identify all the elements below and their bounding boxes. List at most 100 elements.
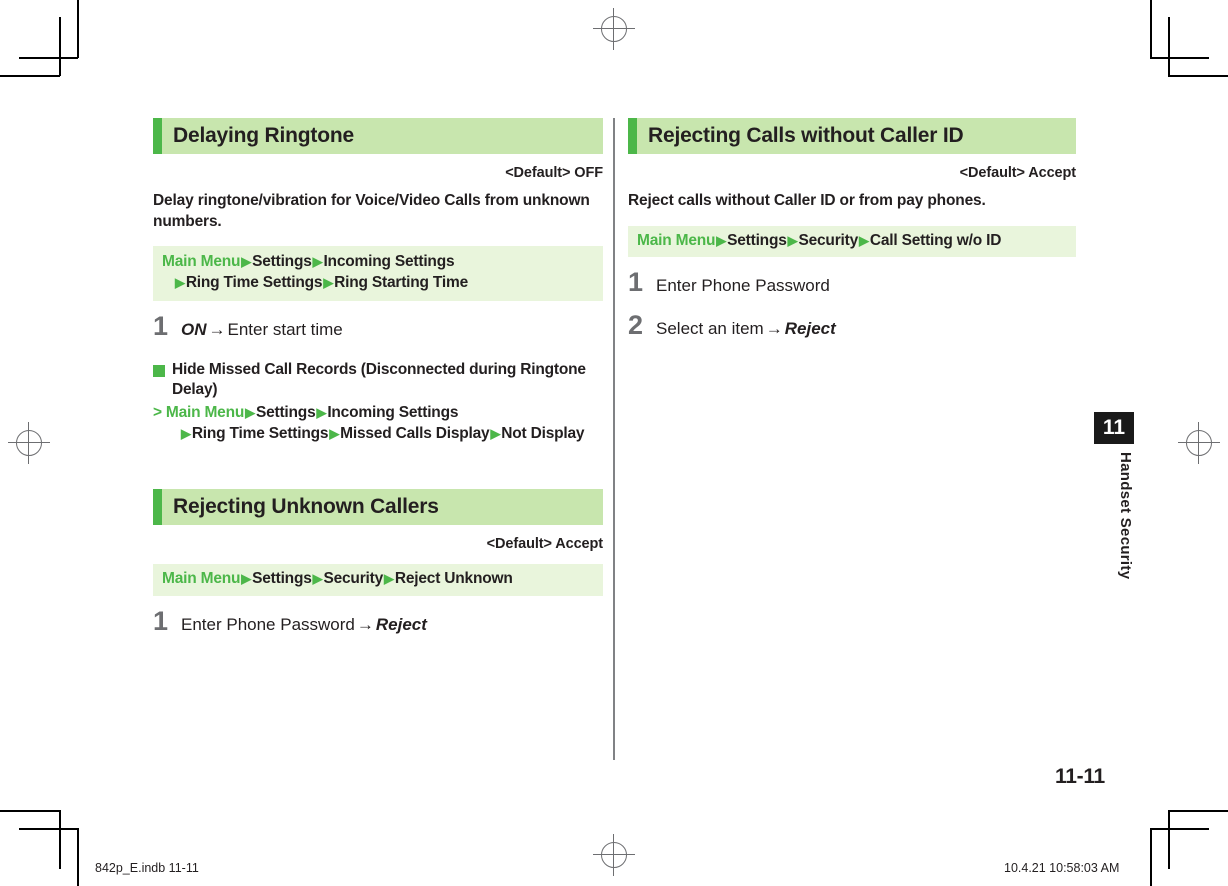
registration-mark-top [593, 8, 635, 50]
crop-mark-top-right-h2 [1168, 75, 1228, 77]
triangle-right-icon: ▶ [323, 274, 334, 290]
crop-mark-top-right-v [1150, 0, 1152, 58]
crop-mark-top-right-v2 [1168, 17, 1170, 76]
step-text: Enter Phone Password [648, 276, 830, 296]
triangle-right-icon: ▶ [384, 571, 394, 587]
registration-mark-left [8, 422, 50, 464]
triangle-right-icon: ▶ [859, 232, 869, 248]
triangle-right-icon: ▶ [787, 232, 798, 248]
subsection-menu-path: > Main Menu▶Settings▶Incoming Settings ▶R… [153, 403, 603, 445]
triangle-right-icon: ▶ [490, 426, 501, 442]
step-text: Enter Phone Password → Reject [173, 615, 427, 635]
menu-path-item: Ring Time Settings [191, 425, 329, 443]
triangle-right-icon: ▶ [175, 274, 185, 290]
triangle-right-icon: ▶ [312, 571, 323, 587]
triangle-right-icon: ▶ [181, 426, 191, 442]
menu-path-root: Main Menu [162, 253, 241, 271]
section-heading-text: Rejecting Unknown Callers [173, 495, 439, 519]
chapter-name-label: Handset Security [1117, 452, 1134, 580]
section-rejecting-calls-without-caller-id: Rejecting Calls without Caller ID <Defau… [628, 118, 1076, 339]
triangle-right-icon: ▶ [316, 405, 327, 421]
step-body: Enter start time [227, 319, 343, 339]
column-divider [613, 118, 615, 760]
step-number: 1 [153, 606, 168, 637]
step-body: Select an item [656, 318, 764, 338]
greater-than-marker-icon: > [153, 404, 162, 422]
menu-path-item: Settings [252, 570, 312, 588]
triangle-right-icon: ▶ [312, 254, 323, 270]
menu-path: Main Menu▶Settings▶Security▶Call Setting… [628, 225, 1076, 258]
crop-mark-top-left-v [77, 0, 79, 58]
footer-timestamp: 10.4.21 10:58:03 AM [1004, 861, 1120, 875]
crop-mark-top-left-h2 [0, 75, 60, 77]
footer-filename: 842p_E.indb 11-11 [95, 861, 199, 875]
section-lead-paragraph: Reject calls without Caller ID or from p… [628, 192, 986, 209]
step-body: Enter Phone Password [656, 276, 830, 296]
crop-mark-bottom-left-v2 [59, 810, 61, 869]
step-number: 1 [628, 267, 643, 298]
triangle-right-icon: ▶ [245, 405, 255, 421]
section-heading: Delaying Ringtone [153, 118, 603, 154]
menu-path-item: Not Display [501, 425, 585, 443]
section-rejecting-unknown-callers: Rejecting Unknown Callers <Default> Acce… [153, 489, 603, 635]
menu-path-item: Security [798, 231, 859, 249]
arrow-right-icon: → [208, 319, 226, 339]
triangle-right-icon: ▶ [329, 426, 340, 442]
crop-mark-top-left-h [19, 57, 78, 59]
step-emphasis: Reject [375, 615, 427, 635]
triangle-right-icon: ▶ [716, 232, 727, 248]
menu-path-item: Incoming Settings [327, 404, 459, 422]
crop-mark-bottom-right-h [1150, 828, 1209, 830]
menu-path-item: Settings [252, 253, 312, 271]
subsection-title-row: Hide Missed Call Records (Disconnected d… [153, 360, 603, 400]
crop-mark-bottom-left-h2 [0, 810, 60, 812]
subsection-menu-path-line-2: ▶Ring Time Settings▶Missed Calls Display… [153, 424, 603, 445]
menu-path-item: Ring Time Settings [185, 273, 323, 291]
crop-mark-bottom-left-v [77, 828, 79, 886]
subsection-hide-missed-call-records: Hide Missed Call Records (Disconnected d… [153, 360, 603, 445]
step-text: ON → Enter start time [173, 320, 343, 340]
menu-path-root: Main Menu [165, 404, 245, 422]
menu-path-item: Call Setting w/o ID [869, 231, 1002, 249]
menu-path-item: Security [323, 570, 384, 588]
crop-mark-bottom-right-v2 [1168, 810, 1170, 869]
menu-path-item: Reject Unknown [394, 570, 513, 588]
heading-accent-bar [153, 489, 162, 526]
menu-path-root: Main Menu [637, 231, 716, 249]
crop-mark-bottom-right-h2 [1168, 810, 1228, 812]
registration-mark-bottom [593, 834, 635, 876]
arrow-right-icon: → [765, 318, 783, 338]
heading-accent-bar [628, 118, 637, 154]
section-heading-text: Delaying Ringtone [173, 124, 354, 147]
crop-mark-top-left-v2 [59, 17, 61, 76]
triangle-right-icon: ▶ [241, 571, 252, 587]
step-item: 1 Enter Phone Password → Reject [153, 606, 603, 637]
step-number: 1 [153, 310, 168, 341]
menu-path-item: Incoming Settings [323, 253, 455, 271]
default-value-label: <Default> Accept [486, 536, 603, 553]
step-text: Select an item → Reject [648, 319, 836, 339]
step-item: 1 Enter Phone Password [628, 267, 1076, 298]
chapter-number-tab: 11 [1094, 412, 1134, 444]
section-heading: Rejecting Calls without Caller ID [628, 118, 1076, 154]
step-item: 2 Select an item → Reject [628, 311, 1076, 339]
left-column: Delaying Ringtone <Default> OFF Delay ri… [153, 118, 603, 635]
heading-accent-bar [153, 118, 162, 154]
menu-path-root: Main Menu [162, 570, 241, 588]
menu-path-item: Settings [727, 231, 787, 249]
section-lead-paragraph: Delay ringtone/vibration for Voice/Video… [153, 192, 590, 230]
default-value-label: <Default> Accept [959, 165, 1076, 181]
arrow-right-icon: → [356, 615, 374, 635]
step-item: 1 ON → Enter start time [153, 310, 603, 341]
triangle-right-icon: ▶ [241, 254, 252, 270]
crop-mark-bottom-left-h [19, 828, 78, 830]
menu-path-item: Settings [255, 404, 316, 422]
menu-path-item: Missed Calls Display [340, 425, 490, 443]
right-column: Rejecting Calls without Caller ID <Defau… [628, 118, 1076, 339]
section-heading-text: Rejecting Calls without Caller ID [648, 124, 964, 147]
crop-mark-bottom-right-v [1150, 828, 1152, 886]
registration-mark-right [1178, 422, 1220, 464]
printed-page: Delaying Ringtone <Default> OFF Delay ri… [0, 0, 1228, 886]
menu-path-line-2: ▶Ring Time Settings▶Ring Starting Time [162, 273, 594, 294]
